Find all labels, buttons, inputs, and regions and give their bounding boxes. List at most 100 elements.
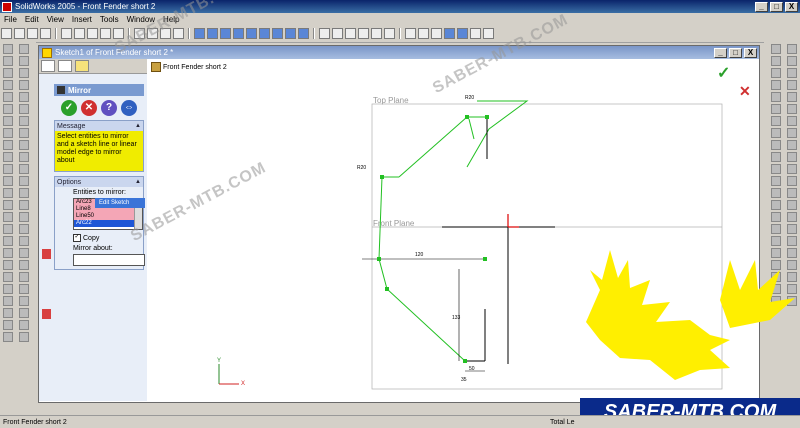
curve-xyz-icon[interactable]: [771, 128, 781, 138]
line-icon[interactable]: [19, 56, 29, 66]
offset-surface-icon[interactable]: [771, 212, 781, 222]
wrap-icon[interactable]: [3, 296, 13, 306]
ellipse-icon[interactable]: [19, 248, 29, 258]
split-icon[interactable]: [3, 272, 13, 282]
arc-icon[interactable]: [19, 92, 29, 102]
configuration-manager-tab[interactable]: [75, 60, 89, 72]
draft-icon[interactable]: [3, 152, 13, 162]
open-icon[interactable]: [14, 28, 25, 39]
offset-icon[interactable]: [19, 152, 29, 162]
zoom-selection-icon[interactable]: [358, 28, 369, 39]
statistics-icon[interactable]: [787, 116, 797, 126]
list-item[interactable]: Line50: [74, 213, 142, 220]
shadows-icon[interactable]: [470, 28, 481, 39]
rectangle-icon[interactable]: [19, 68, 29, 78]
sketch-point[interactable]: [465, 115, 469, 119]
pattern-icon[interactable]: [3, 176, 13, 186]
cut-extrude-icon[interactable]: [3, 92, 13, 102]
front-view-icon[interactable]: [194, 28, 205, 39]
sketch-point[interactable]: [483, 257, 487, 261]
sketch-point[interactable]: [485, 115, 489, 119]
feature-manager-tab[interactable]: [41, 60, 55, 72]
menu-edit[interactable]: Edit: [21, 15, 43, 24]
loft-icon[interactable]: [3, 80, 13, 90]
new-icon[interactable]: [1, 28, 12, 39]
scale-icon[interactable]: [3, 260, 13, 270]
measure-icon[interactable]: [787, 56, 797, 66]
combine-icon[interactable]: [3, 284, 13, 294]
rotate-icon[interactable]: [371, 28, 382, 39]
circle-icon[interactable]: [19, 80, 29, 90]
sketch-icon[interactable]: [19, 44, 29, 54]
copy-checkbox[interactable]: ✓: [73, 234, 81, 242]
message-group-header[interactable]: Message ▲: [55, 121, 143, 131]
zoom-area-icon[interactable]: [332, 28, 343, 39]
coordinate-system-icon[interactable]: [771, 68, 781, 78]
helix-icon[interactable]: [771, 92, 781, 102]
view-settings-icon[interactable]: [787, 44, 797, 54]
cancel-button[interactable]: ✕: [81, 100, 97, 116]
list-item[interactable]: Arc22: [74, 220, 142, 227]
normal-to-icon[interactable]: [285, 28, 296, 39]
sketch-point[interactable]: [385, 287, 389, 291]
menu-view[interactable]: View: [43, 15, 68, 24]
section-properties-icon[interactable]: [787, 80, 797, 90]
dim-radius-top[interactable]: R20: [465, 95, 474, 101]
centerline-icon[interactable]: [19, 128, 29, 138]
menu-tools[interactable]: Tools: [96, 15, 123, 24]
point-icon[interactable]: [19, 116, 29, 126]
surface-extrude-icon[interactable]: [771, 152, 781, 162]
sketch-mirror-icon[interactable]: [19, 188, 29, 198]
add-relation-icon[interactable]: [19, 212, 29, 222]
back-view-icon[interactable]: [207, 28, 218, 39]
property-manager-tab[interactable]: [58, 60, 72, 72]
confirm-cancel-icon[interactable]: ✕: [739, 83, 751, 100]
composite-curve-icon[interactable]: [771, 116, 781, 126]
print-icon[interactable]: [40, 28, 51, 39]
move-entities-icon[interactable]: [19, 296, 29, 306]
ref-axis-icon[interactable]: [771, 56, 781, 66]
paste-icon[interactable]: [87, 28, 98, 39]
sketch-bottom-chain[interactable]: [378, 176, 485, 362]
dim-height-value[interactable]: 133: [452, 315, 461, 321]
chamfer-icon[interactable]: [3, 116, 13, 126]
revolve-icon[interactable]: [3, 56, 13, 66]
spline-icon[interactable]: [19, 104, 29, 114]
curvature-icon[interactable]: [787, 152, 797, 162]
thread-icon[interactable]: [3, 308, 13, 318]
rotate-entities-icon[interactable]: [19, 308, 29, 318]
save-icon[interactable]: [27, 28, 38, 39]
minimize-button[interactable]: _: [755, 1, 768, 12]
bottom-view-icon[interactable]: [259, 28, 270, 39]
hidden-lines-visible-icon[interactable]: [418, 28, 429, 39]
dim-corner-value[interactable]: 35: [461, 377, 467, 383]
detailed-preview-button[interactable]: ⇔: [121, 100, 137, 116]
rib-icon[interactable]: [3, 128, 13, 138]
options-group-header[interactable]: Options ▲: [55, 177, 143, 187]
move-face-icon[interactable]: [3, 320, 13, 330]
deviation-icon[interactable]: [787, 128, 797, 138]
symmetry-icon[interactable]: [787, 224, 797, 234]
top-view-icon[interactable]: [246, 28, 257, 39]
view-orientation-icon[interactable]: [298, 28, 309, 39]
sketch-pattern-icon[interactable]: [19, 320, 29, 330]
close-button[interactable]: X: [785, 1, 798, 12]
dim-width-value[interactable]: 120: [415, 252, 424, 258]
zoom-fit-icon[interactable]: [319, 28, 330, 39]
sketch-arc-top[interactable]: [468, 118, 475, 140]
zoom-in-out-icon[interactable]: [345, 28, 356, 39]
ref-point-icon[interactable]: [771, 80, 781, 90]
dim-radius-left[interactable]: R20: [357, 165, 366, 171]
mass-properties-icon[interactable]: [787, 68, 797, 78]
menu-insert[interactable]: Insert: [68, 15, 96, 24]
delete-face-icon[interactable]: [3, 332, 13, 342]
isometric-view-icon[interactable]: [272, 28, 283, 39]
ok-button[interactable]: ✓: [61, 100, 77, 116]
chevron-up-icon[interactable]: ▲: [135, 179, 141, 185]
thickness-icon[interactable]: [787, 212, 797, 222]
surface-revolve-icon[interactable]: [771, 164, 781, 174]
check-icon[interactable]: [787, 92, 797, 102]
left-view-icon[interactable]: [220, 28, 231, 39]
sketch-point[interactable]: [380, 175, 384, 179]
hole-icon[interactable]: [3, 164, 13, 174]
